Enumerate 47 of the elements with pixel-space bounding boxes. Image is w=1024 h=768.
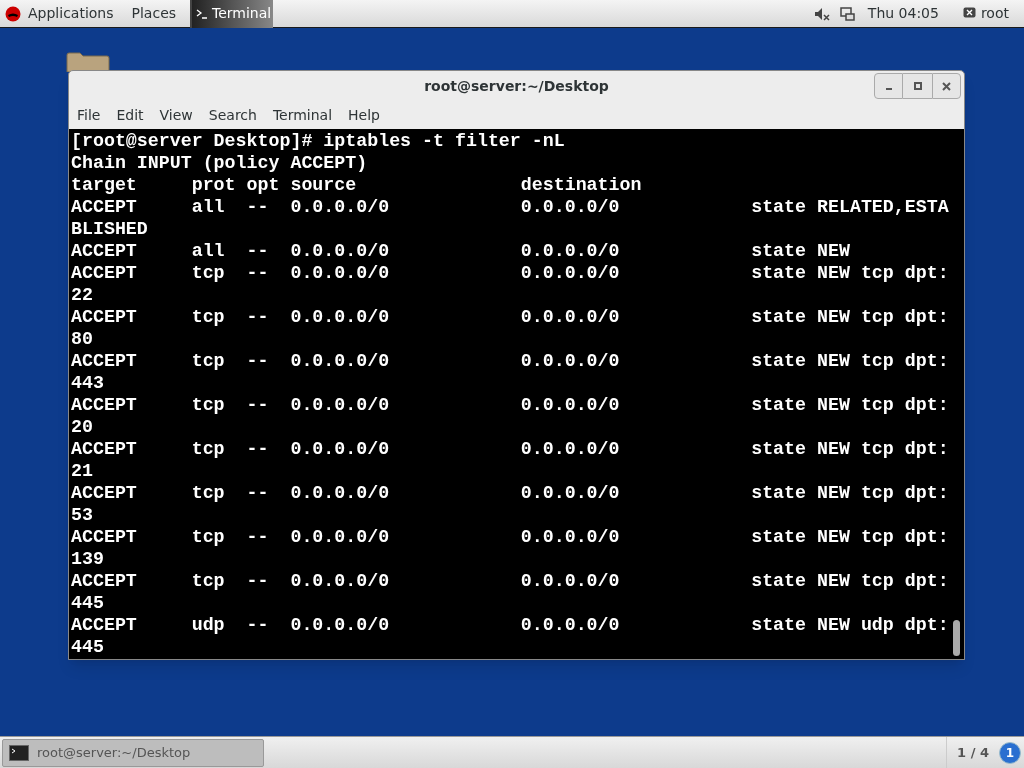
network-icon[interactable] [839,5,856,22]
terminal-line: ACCEPT tcp -- 0.0.0.0/0 0.0.0.0/0 state NEW tcp dpt: [71,350,949,372]
notification-badge[interactable]: 1 [999,741,1021,764]
menu-item[interactable]: Edit [116,104,144,126]
menu-item[interactable]: Help [348,104,380,126]
terminal-icon [9,744,29,761]
terminal-line: 21 [71,460,93,482]
terminal-line: ACCEPT tcp -- 0.0.0.0/0 0.0.0.0/0 state NEW tcp dpt: [71,482,949,504]
menu-item[interactable]: Terminal [272,104,333,126]
close-icon [942,81,951,91]
maximize-icon [913,82,922,90]
terminal-line: 445 [71,636,104,658]
taskbar-item[interactable]: root@server:~/Desktop [2,738,264,767]
applications-menu[interactable]: Applications [27,3,115,24]
terminal-line: target prot opt source destination [71,174,642,196]
maximize-button[interactable] [903,73,932,99]
terminal-line: 20 [71,416,93,438]
terminal-line: ACCEPT tcp -- 0.0.0.0/0 0.0.0.0/0 state NEW tcp dpt: [71,306,949,328]
terminal-line: ACCEPT tcp -- 0.0.0.0/0 0.0.0.0/0 state NEW tcp dpt: [71,438,949,460]
places-menu[interactable]: Places [131,3,177,24]
user-icon [962,7,976,20]
terminal-app-button[interactable]: Terminal [190,0,274,28]
menu-item[interactable]: Search [208,104,257,126]
window-title: root@server:~/Desktop [424,76,609,96]
terminal-line: BLISHED [71,218,148,240]
terminal-line: ACCEPT tcp -- 0.0.0.0/0 0.0.0.0/0 state NEW tcp dpt: [71,394,949,416]
user-menu[interactable]: root [980,3,1009,24]
terminal-line: 445 [71,592,104,614]
terminal-line: ACCEPT tcp -- 0.0.0.0/0 0.0.0.0/0 state NEW tcp dpt: [71,262,949,284]
terminal-line: 443 [71,372,104,394]
terminal-line: ACCEPT tcp -- 0.0.0.0/0 0.0.0.0/0 state NEW tcp dpt: [71,570,949,592]
terminal-line: ACCEPT tcp -- 0.0.0.0/0 0.0.0.0/0 state NEW tcp dpt: [71,526,949,548]
terminal-line: 80 [71,328,93,350]
terminal-line: 139 [71,548,104,570]
menu-item[interactable]: View [159,104,193,126]
terminal-line: ACCEPT all -- 0.0.0.0/0 0.0.0.0/0 state NEW [71,240,850,262]
folder-icon[interactable] [66,52,110,72]
terminal-line: ACCEPT udp -- 0.0.0.0/0 0.0.0.0/0 state NEW udp dpt: [71,614,949,636]
close-button[interactable] [932,73,961,99]
terminal-line: 53 [71,504,93,526]
terminal-line: ACCEPT all -- 0.0.0.0/0 0.0.0.0/0 state RELATED,ESTA [71,196,949,218]
terminal-line: Chain INPUT (policy ACCEPT) [71,152,368,174]
terminal-line: 22 [71,284,93,306]
clock[interactable]: Thu 04:05 [867,3,939,24]
workspace-indicator[interactable]: 1 / 4 [946,736,999,768]
terminal-line: [root@server Desktop]# iptables -t filter -nL [71,130,565,152]
menu-item[interactable]: File [77,104,101,126]
